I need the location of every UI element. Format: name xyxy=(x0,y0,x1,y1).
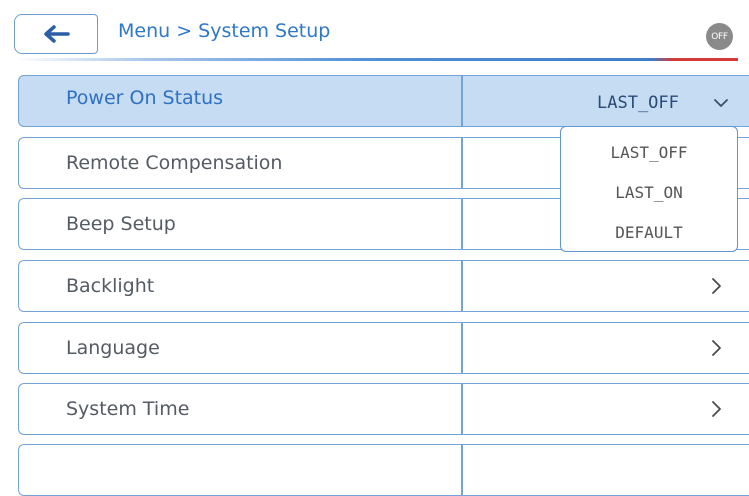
setting-row-partial[interactable] xyxy=(18,444,749,496)
row-divider xyxy=(461,323,463,373)
power-on-status-dropdown: LAST_OFF LAST_ON DEFAULT xyxy=(560,126,738,252)
setting-label: Remote Compensation xyxy=(66,152,283,174)
chevron-right-icon xyxy=(712,340,721,356)
power-on-status-select[interactable]: LAST_OFF xyxy=(597,76,679,130)
row-divider xyxy=(461,138,463,188)
row-divider xyxy=(461,384,463,434)
row-divider xyxy=(461,76,463,126)
setting-label: Backlight xyxy=(66,275,155,297)
setting-row-system-time[interactable]: System Time xyxy=(18,383,749,435)
setting-label: System Time xyxy=(66,398,190,420)
header-divider xyxy=(14,58,738,61)
setting-row-power-on-status[interactable]: Power On Status LAST_OFF xyxy=(18,75,749,127)
setting-label: Language xyxy=(66,337,160,359)
power-status-badge[interactable]: OFF xyxy=(706,23,733,50)
dropdown-option-last-off[interactable]: LAST_OFF xyxy=(561,143,737,162)
setting-row-language[interactable]: Language xyxy=(18,322,749,374)
row-divider xyxy=(461,261,463,311)
setting-label: Beep Setup xyxy=(66,213,176,235)
header: Menu > System Setup OFF xyxy=(0,0,749,62)
setting-row-backlight[interactable]: Backlight xyxy=(18,260,749,312)
chevron-right-icon xyxy=(712,278,721,294)
dropdown-option-last-on[interactable]: LAST_ON xyxy=(561,183,737,202)
arrow-left-icon xyxy=(44,25,70,43)
row-divider xyxy=(461,199,463,249)
back-button[interactable] xyxy=(14,14,98,54)
dropdown-option-default[interactable]: DEFAULT xyxy=(561,223,737,242)
breadcrumb: Menu > System Setup xyxy=(118,20,331,42)
row-divider xyxy=(461,445,463,495)
chevron-right-icon xyxy=(712,401,721,417)
setting-label: Power On Status xyxy=(66,87,224,109)
chevron-down-icon xyxy=(714,99,728,107)
